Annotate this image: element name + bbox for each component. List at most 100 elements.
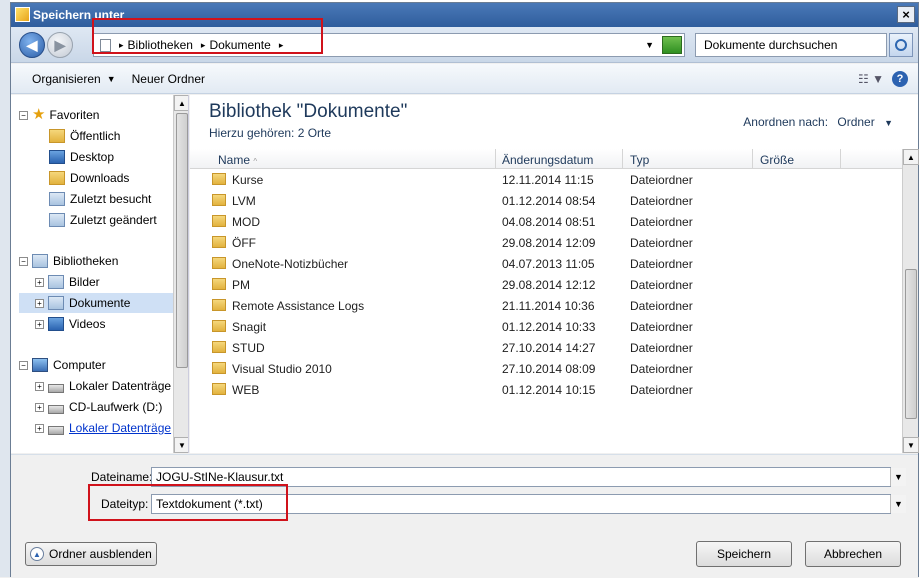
save-button[interactable]: Speichern: [696, 541, 792, 567]
column-size[interactable]: Größe: [760, 153, 794, 167]
search-input[interactable]: Dokumente durchsuchen: [695, 33, 887, 57]
list-item[interactable]: PM 29.08.2014 12:12 Dateiordner: [190, 274, 902, 295]
filetype-highlight-box: [88, 484, 288, 521]
cancel-button[interactable]: Abbrechen: [805, 541, 901, 567]
back-button[interactable]: ◀: [19, 32, 45, 58]
list-item[interactable]: Kurse 12.11.2014 11:15 Dateiordner: [190, 169, 902, 190]
close-button[interactable]: ×: [897, 6, 915, 23]
navigation-tree: − ★ Favoriten Öffentlich Desktop Downloa…: [11, 95, 189, 453]
cell-date: 01.12.2014 08:54: [502, 194, 596, 208]
cell-name: Visual Studio 2010: [232, 362, 332, 376]
filetype-dropdown-icon[interactable]: ▼: [890, 495, 906, 513]
tree-item-pictures[interactable]: + Bilder: [35, 272, 100, 292]
tree-item-favorites[interactable]: − ★ Favoriten: [19, 105, 99, 125]
cell-name: PM: [232, 278, 250, 292]
tree-item-recently-changed[interactable]: Zuletzt geändert: [49, 210, 157, 230]
cell-type: Dateiordner: [630, 173, 693, 187]
chevron-down-icon[interactable]: ▼: [884, 118, 893, 128]
column-type[interactable]: Typ: [630, 153, 649, 167]
scrollbar-thumb[interactable]: [905, 269, 917, 419]
list-item[interactable]: WEB 01.12.2014 10:15 Dateiordner: [190, 379, 902, 400]
expand-icon[interactable]: +: [35, 298, 44, 308]
collapse-icon[interactable]: −: [19, 360, 28, 370]
address-highlight-box: [92, 18, 323, 54]
arrange-by[interactable]: Anordnen nach: Ordner ▼: [743, 115, 893, 129]
recently-changed-icon: [49, 213, 65, 227]
search-icon: [895, 39, 907, 51]
tree-item-downloads[interactable]: Downloads: [49, 168, 129, 188]
tree-item-local-disk-2[interactable]: + Lokaler Datenträge: [35, 418, 171, 438]
list-item[interactable]: ÖFF 29.08.2014 12:09 Dateiordner: [190, 232, 902, 253]
forward-button[interactable]: ▶: [47, 32, 73, 58]
library-title: Bibliothek "Dokumente": [209, 101, 408, 122]
column-name[interactable]: Name ^: [218, 153, 257, 167]
tree-item-cd-drive[interactable]: + CD-Laufwerk (D:): [35, 397, 162, 417]
arrange-value[interactable]: Ordner: [837, 115, 874, 129]
expand-icon[interactable]: +: [35, 402, 44, 412]
collapse-icon[interactable]: −: [19, 256, 28, 266]
hard-drive-icon: [48, 425, 64, 435]
refresh-button[interactable]: [662, 36, 682, 54]
expand-icon[interactable]: +: [35, 319, 44, 329]
pictures-icon: [48, 275, 64, 289]
new-folder-button[interactable]: Neuer Ordner: [132, 72, 205, 86]
list-item[interactable]: STUD 27.10.2014 14:27 Dateiordner: [190, 337, 902, 358]
column-separator[interactable]: [495, 149, 496, 169]
column-separator[interactable]: [622, 149, 623, 169]
list-item[interactable]: Snagit 01.12.2014 10:33 Dateiordner: [190, 316, 902, 337]
list-item[interactable]: LVM 01.12.2014 08:54 Dateiordner: [190, 190, 902, 211]
list-item[interactable]: Visual Studio 2010 27.10.2014 08:09 Dateio…: [190, 358, 902, 379]
scrollbar-thumb[interactable]: [176, 113, 188, 368]
column-date[interactable]: Änderungsdatum: [502, 153, 593, 167]
expand-icon[interactable]: +: [35, 381, 44, 391]
save-options-panel: Dateiname: JOGU-StINe-Klausur.txt ▼ Date…: [11, 454, 918, 578]
view-options-icon[interactable]: ☷ ▼: [858, 72, 884, 86]
tree-label: Bibliotheken: [53, 254, 119, 268]
tree-item-videos[interactable]: + Videos: [35, 314, 105, 334]
cell-name: OneNote-Notizbücher: [232, 257, 349, 271]
library-subtitle[interactable]: Hierzu gehören: 2 Orte: [209, 126, 331, 140]
help-icon[interactable]: ?: [892, 71, 908, 87]
cell-type: Dateiordner: [630, 257, 693, 271]
tree-label: CD-Laufwerk (D:): [69, 400, 163, 414]
column-separator[interactable]: [752, 149, 753, 169]
tree-item-computer[interactable]: − Computer: [19, 355, 106, 375]
tree-scrollbar[interactable]: ▲ ▼: [173, 95, 188, 453]
hide-folders-button[interactable]: ▲ Ordner ausblenden: [25, 542, 157, 566]
cell-date: 27.10.2014 14:27: [502, 341, 596, 355]
address-dropdown-icon[interactable]: ▼: [645, 40, 654, 50]
cell-name: Remote Assistance Logs: [232, 299, 365, 313]
tree-item-libraries[interactable]: − Bibliotheken: [19, 251, 118, 271]
file-list-scrollbar[interactable]: ▲ ▼: [902, 149, 919, 453]
expand-icon[interactable]: +: [35, 277, 44, 287]
scroll-down-icon[interactable]: ▼: [174, 437, 188, 453]
tree-item-recent-places[interactable]: Zuletzt besucht: [49, 189, 151, 209]
tree-label: Videos: [69, 317, 106, 331]
cell-date: 29.08.2014 12:12: [502, 278, 596, 292]
filename-dropdown-icon[interactable]: ▼: [890, 468, 906, 486]
cell-date: 12.11.2014 11:15: [502, 173, 594, 187]
list-item[interactable]: Remote Assistance Logs 21.11.2014 10:36 Da…: [190, 295, 902, 316]
cell-date: 29.08.2014 12:09: [502, 236, 596, 250]
tree-item-local-disk-c[interactable]: + Lokaler Datenträge: [35, 376, 171, 396]
list-item[interactable]: OneNote-Notizbücher 04.07.2013 11:05 Datei…: [190, 253, 902, 274]
organize-button[interactable]: Organisieren: [32, 72, 101, 86]
scroll-up-icon[interactable]: ▲: [174, 95, 188, 111]
tree-item-public[interactable]: Öffentlich: [49, 126, 120, 146]
tree-label[interactable]: Lokaler Datenträge: [69, 421, 171, 435]
scroll-up-icon[interactable]: ▲: [903, 149, 919, 165]
scroll-down-icon[interactable]: ▼: [903, 437, 919, 453]
expand-icon[interactable]: +: [35, 423, 44, 433]
collapse-icon[interactable]: −: [19, 110, 28, 120]
tree-item-desktop[interactable]: Desktop: [49, 147, 114, 167]
column-separator[interactable]: [840, 149, 841, 169]
documents-icon: [48, 296, 64, 310]
chevron-down-icon[interactable]: ▼: [107, 74, 116, 84]
tree-item-documents[interactable]: + Dokumente: [19, 293, 173, 313]
search-button[interactable]: [889, 33, 913, 57]
list-item[interactable]: MOD 04.08.2014 08:51 Dateiordner: [190, 211, 902, 232]
cell-name: Kurse: [232, 173, 264, 187]
folder-icon: [49, 129, 65, 143]
tree-label: Zuletzt besucht: [70, 192, 152, 206]
tree-label: Computer: [53, 358, 106, 372]
